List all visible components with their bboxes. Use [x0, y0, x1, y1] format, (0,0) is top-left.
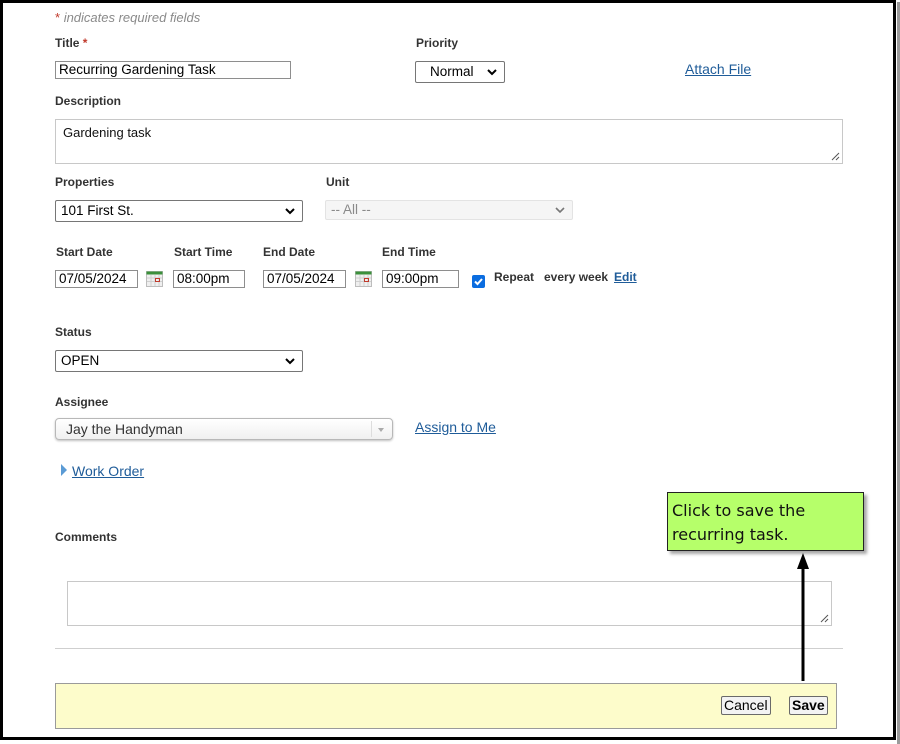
assignee-dropdown-toggle[interactable] — [371, 421, 390, 437]
properties-selected-value: 101 First St. — [61, 203, 134, 218]
priority-label: Priority — [416, 36, 459, 50]
comments-label: Comments — [55, 530, 118, 544]
assignee-select[interactable]: Jay the Handyman — [55, 418, 393, 440]
chevron-down-icon — [285, 358, 295, 365]
status-label: Status — [55, 325, 92, 339]
properties-select[interactable]: 101 First St. — [55, 200, 303, 222]
chevron-down-icon — [487, 69, 497, 76]
annotation-callout: Click to save the recurring task. — [667, 492, 864, 551]
calendar-icon[interactable] — [355, 271, 372, 287]
chevron-down-icon — [555, 207, 565, 214]
action-footer: Cancel Save — [55, 683, 837, 729]
repeat-checkbox[interactable] — [472, 275, 485, 288]
save-button[interactable]: Save — [789, 696, 828, 715]
unit-selected-value: -- All -- — [331, 202, 371, 217]
status-selected-value: OPEN — [61, 353, 100, 368]
description-text: Gardening task — [63, 125, 152, 140]
start-date-input[interactable]: 07/05/2024 — [55, 270, 138, 288]
title-label-text: Title — [55, 36, 80, 50]
cancel-button[interactable]: Cancel — [721, 696, 771, 715]
assign-to-me-link[interactable]: Assign to Me — [415, 419, 496, 435]
calendar-icon[interactable] — [146, 271, 163, 287]
callout-text: Click to save the recurring task. — [672, 501, 806, 544]
callout-arrow-icon — [797, 553, 809, 681]
work-order-link[interactable]: Work Order — [72, 463, 144, 479]
status-select[interactable]: OPEN — [55, 350, 303, 372]
priority-selected-value: Normal — [430, 64, 474, 79]
repeat-edit-link[interactable]: Edit — [614, 270, 637, 284]
checkmark-icon — [474, 278, 483, 286]
title-required-star: * — [82, 36, 88, 50]
attach-file-link[interactable]: Attach File — [685, 61, 751, 77]
assignee-selected-value: Jay the Handyman — [66, 421, 183, 437]
end-time-label: End Time — [382, 245, 436, 259]
resize-grip-icon[interactable] — [830, 151, 840, 161]
title-input[interactable]: Recurring Gardening Task — [55, 61, 291, 79]
start-time-input[interactable]: 08:00pm — [173, 270, 245, 288]
triangle-down-icon — [378, 428, 384, 432]
comments-textarea[interactable] — [67, 581, 832, 626]
description-textarea[interactable]: Gardening task — [55, 119, 843, 164]
description-label: Description — [55, 94, 122, 108]
properties-label: Properties — [55, 175, 115, 189]
required-star: * — [55, 10, 61, 25]
end-time-input[interactable]: 09:00pm — [382, 270, 459, 288]
unit-label: Unit — [326, 175, 350, 189]
start-date-label: Start Date — [56, 245, 113, 259]
end-date-label: End Date — [263, 245, 316, 259]
title-label: Title * — [55, 36, 87, 50]
start-time-label: Start Time — [174, 245, 233, 259]
unit-select: -- All -- — [325, 200, 573, 220]
expand-triangle-icon[interactable] — [60, 464, 68, 476]
required-note-text: indicates required fields — [63, 10, 201, 25]
section-divider — [55, 648, 843, 649]
repeat-label: Repeat — [494, 270, 535, 284]
end-date-input[interactable]: 07/05/2024 — [263, 270, 346, 288]
repeat-frequency: every week — [544, 270, 609, 284]
assignee-label: Assignee — [55, 395, 109, 409]
required-fields-note: * indicates required fields — [55, 10, 200, 25]
resize-grip-icon[interactable] — [819, 613, 829, 623]
priority-select[interactable]: Normal — [415, 61, 505, 83]
chevron-down-icon — [285, 208, 295, 215]
